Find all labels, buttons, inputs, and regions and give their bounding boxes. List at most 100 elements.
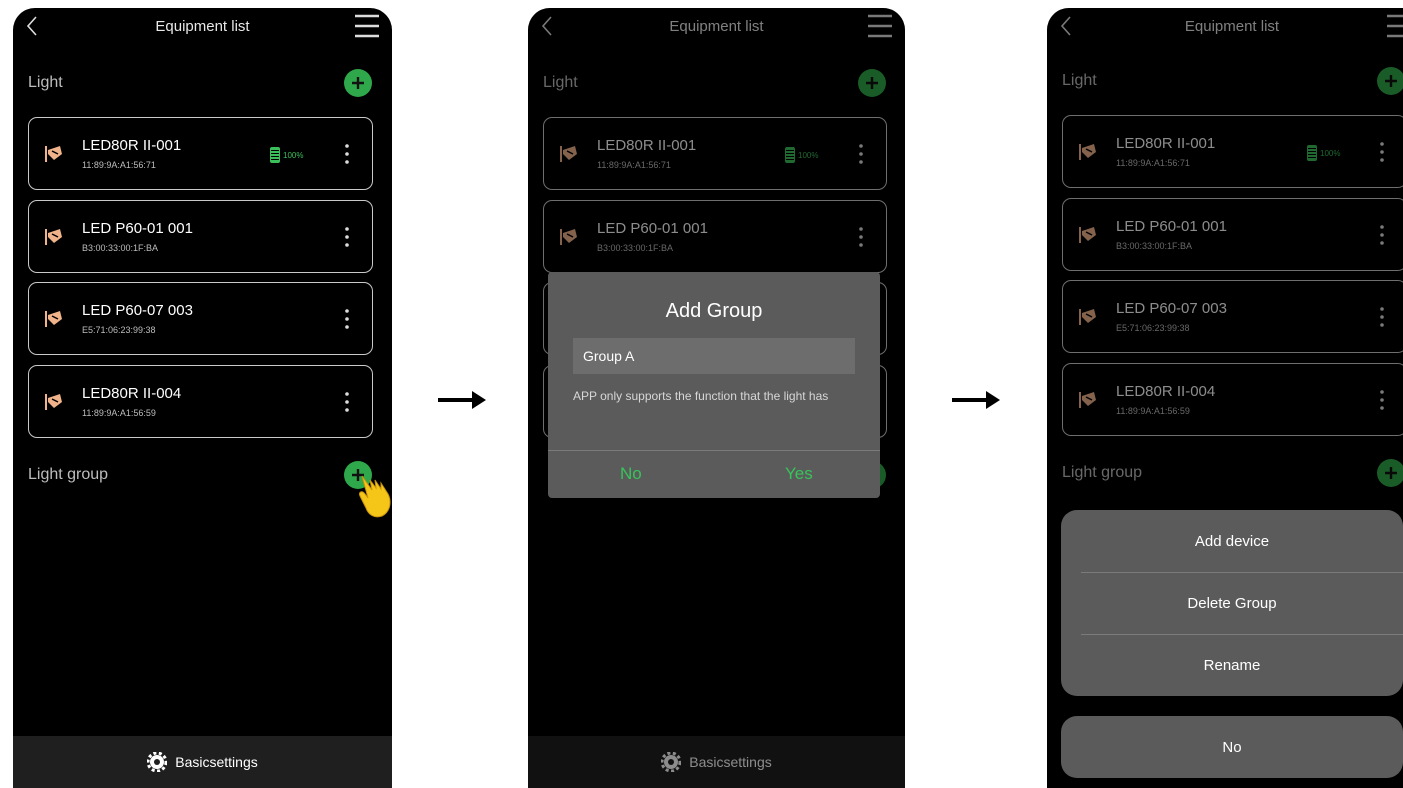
device-mac: 11:89:9A:A1:56:59 <box>1116 406 1190 416</box>
lamp-icon <box>560 146 577 162</box>
menu-icon[interactable] <box>866 12 894 40</box>
more-icon[interactable] <box>1379 388 1385 412</box>
screen-add-group-dialog: Equipment list Light LED80R II-001 11:89… <box>528 8 905 788</box>
add-device-option[interactable]: Add device <box>1061 510 1403 572</box>
lamp-icon <box>1079 144 1096 160</box>
group-name-input[interactable] <box>573 338 855 374</box>
device-card[interactable]: LED80R II-004 11:89:9A:A1:56:59 <box>28 365 373 438</box>
device-card[interactable]: LED P60-01 001 B3:00:33:00:1F:BA <box>543 200 887 273</box>
basic-settings-label: Basicsettings <box>175 754 258 770</box>
add-light-button[interactable] <box>1377 67 1403 95</box>
device-card[interactable]: LED P60-01 001 B3:00:33:00:1F:BA <box>28 200 373 273</box>
device-card[interactable]: LED80R II-001 11:89:9A:A1:56:71 100% <box>28 117 373 190</box>
more-icon[interactable] <box>344 142 350 166</box>
more-icon[interactable] <box>858 225 864 249</box>
page-title: Equipment list <box>1184 18 1280 35</box>
device-card[interactable]: LED P60-07 003 E5:71:06:23:99:38 <box>1062 280 1403 353</box>
more-icon[interactable] <box>1379 140 1385 164</box>
battery-icon <box>270 147 280 163</box>
battery-level: 100% <box>1320 148 1341 158</box>
dialog-yes-button[interactable]: Yes <box>785 464 813 484</box>
device-card[interactable]: LED80R II-001 11:89:9A:A1:56:71 100% <box>1062 115 1403 188</box>
bottom-bar[interactable]: Basicsettings <box>528 736 905 788</box>
gear-icon <box>661 752 682 772</box>
battery-level: 100% <box>798 150 819 160</box>
add-group-dialog: Add Group APP only supports the function… <box>548 272 880 498</box>
device-name: LED80R II-001 <box>82 137 182 154</box>
menu-icon[interactable] <box>1385 12 1403 40</box>
device-mac: E5:71:06:23:99:38 <box>1116 323 1190 333</box>
device-name: LED P60-07 003 <box>82 302 193 319</box>
arrow-right-icon <box>952 391 1000 409</box>
device-name: LED P60-01 001 <box>597 220 708 237</box>
battery-status: 100% <box>785 147 818 163</box>
top-bar: Equipment list <box>13 8 392 48</box>
section-light-label: Light <box>543 74 578 91</box>
gear-icon <box>147 752 168 772</box>
page-title: Equipment list <box>669 18 764 35</box>
rename-option[interactable]: Rename <box>1061 634 1403 696</box>
plus-icon <box>1385 75 1397 87</box>
delete-group-option[interactable]: Delete Group <box>1061 572 1403 634</box>
device-mac: E5:71:06:23:99:38 <box>82 325 156 335</box>
device-mac: B3:00:33:00:1F:BA <box>1116 241 1193 251</box>
device-card[interactable]: LED P60-01 001 B3:00:33:00:1F:BA <box>1062 198 1403 271</box>
add-light-button[interactable] <box>344 69 372 97</box>
basic-settings-label: Basicsettings <box>689 754 772 770</box>
device-name: LED P60-07 003 <box>1116 300 1227 317</box>
device-mac: 11:89:9A:A1:56:71 <box>597 160 671 170</box>
top-bar: Equipment list <box>528 8 905 48</box>
device-name: LED P60-01 001 <box>82 220 193 237</box>
section-light-label: Light <box>1062 72 1097 89</box>
device-mac: 11:89:9A:A1:56:71 <box>82 160 156 170</box>
cancel-button[interactable]: No <box>1061 716 1403 778</box>
device-card[interactable]: LED80R II-004 11:89:9A:A1:56:59 <box>1062 363 1403 436</box>
screen-equipment-list: Equipment list Light LED80R II-001 11:89… <box>13 8 392 788</box>
lamp-icon <box>45 394 62 410</box>
plus-icon <box>352 77 364 89</box>
screen-group-actions: Equipment list Light LED80R II-001 11:89… <box>1047 8 1403 788</box>
device-mac: B3:00:33:00:1F:BA <box>82 243 159 253</box>
group-action-sheet: Add device Delete Group Rename <box>1061 510 1403 696</box>
device-card[interactable]: LED P60-07 003 E5:71:06:23:99:38 <box>28 282 373 355</box>
lamp-icon <box>1079 227 1096 243</box>
add-group-button[interactable] <box>1377 459 1403 487</box>
section-light-label: Light <box>28 74 63 91</box>
plus-icon <box>866 77 878 89</box>
dialog-note: APP only supports the function that the … <box>573 389 829 403</box>
page-title: Equipment list <box>155 18 250 35</box>
battery-status: 100% <box>1307 145 1340 161</box>
plus-icon <box>1385 467 1397 479</box>
hand-icon <box>359 475 391 518</box>
device-name: LED80R II-004 <box>82 385 182 402</box>
device-card[interactable]: LED80R II-001 11:89:9A:A1:56:71 100% <box>543 117 887 190</box>
section-light-group-label: Light group <box>1062 464 1143 481</box>
bottom-bar[interactable]: Basicsettings <box>13 736 392 788</box>
more-icon[interactable] <box>344 307 350 331</box>
more-icon[interactable] <box>1379 223 1385 247</box>
device-mac: 11:89:9A:A1:56:71 <box>1116 158 1190 168</box>
more-icon[interactable] <box>858 142 864 166</box>
device-name: LED80R II-001 <box>597 137 697 154</box>
device-mac: B3:00:33:00:1F:BA <box>597 243 674 253</box>
battery-icon <box>1307 145 1317 161</box>
lamp-icon <box>45 229 62 245</box>
device-name: LED P60-01 001 <box>1116 218 1227 235</box>
section-light-group-label: Light group <box>28 466 109 483</box>
lamp-icon <box>1079 392 1096 408</box>
device-mac: 11:89:9A:A1:56:59 <box>82 408 156 418</box>
device-name: LED80R II-001 <box>1116 135 1216 152</box>
more-icon[interactable] <box>344 390 350 414</box>
add-light-button[interactable] <box>858 69 886 97</box>
battery-status: 100% <box>270 147 303 163</box>
dialog-no-button[interactable]: No <box>620 464 642 484</box>
dialog-title: Add Group <box>665 300 763 322</box>
dialog-divider <box>548 450 880 451</box>
device-name: LED80R II-004 <box>1116 383 1216 400</box>
more-icon[interactable] <box>344 225 350 249</box>
lamp-icon <box>45 311 62 327</box>
more-icon[interactable] <box>1379 305 1385 329</box>
menu-icon[interactable] <box>353 12 381 40</box>
battery-level: 100% <box>283 150 304 160</box>
top-bar: Equipment list <box>1047 8 1403 48</box>
